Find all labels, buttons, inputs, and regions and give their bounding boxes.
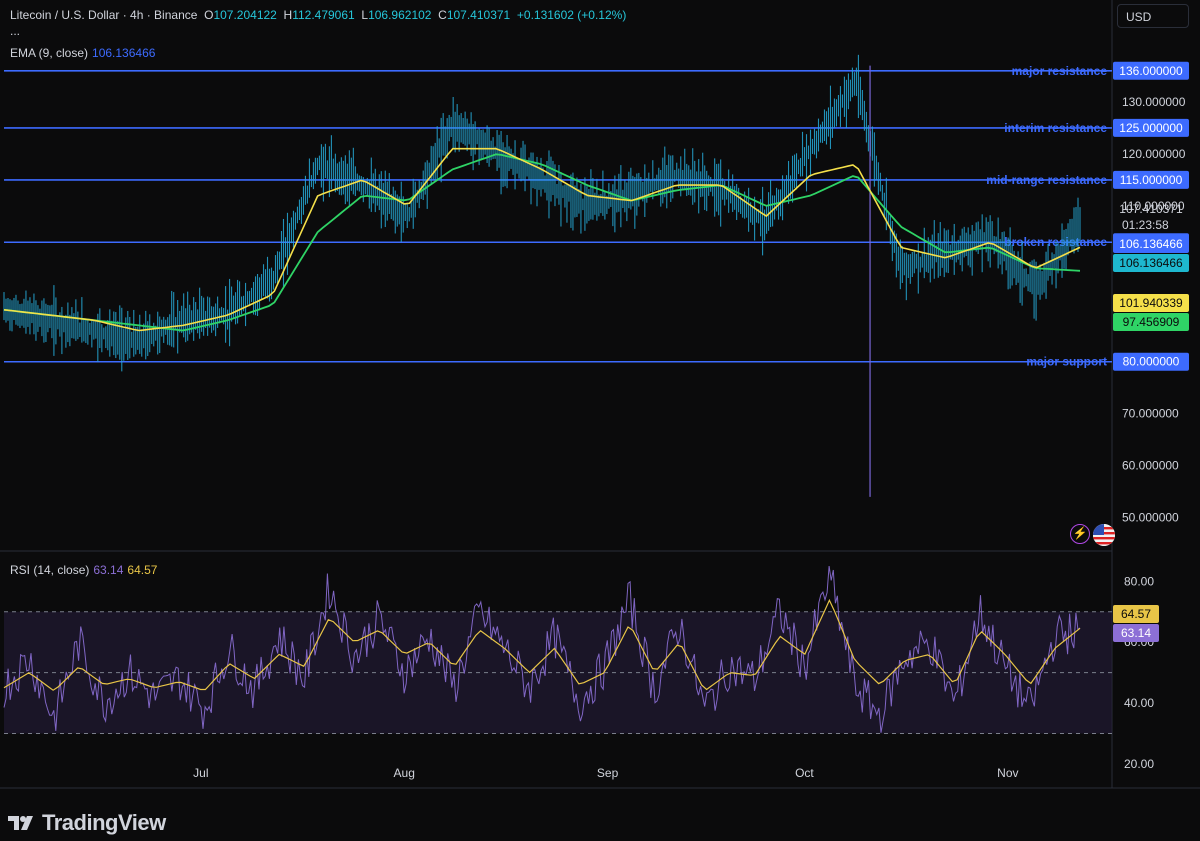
price-tag-text: 107.410371	[1119, 202, 1183, 216]
level-label: major support	[1026, 355, 1107, 369]
price-tag-text: 106.136466	[1119, 256, 1183, 270]
open-value: 107.204122	[213, 8, 277, 22]
chart-canvas[interactable]: major resistance interim resistance mid-ra…	[0, 0, 1200, 841]
more-legend[interactable]: ...	[10, 24, 20, 38]
rsi-tag-text: 64.57	[1121, 607, 1151, 621]
tradingview-logo[interactable]: TradingView	[6, 808, 166, 838]
time-tick-label: Jul	[193, 766, 208, 780]
level-tag-text: 136.000000	[1119, 64, 1183, 78]
close-value: 107.410371	[446, 8, 511, 22]
currency-button[interactable]: USD	[1117, 4, 1189, 28]
price-tag-text: 101.940339	[1119, 296, 1183, 310]
rsi-tick-label: 20.00	[1124, 757, 1154, 771]
price-tick-label: 120.000000	[1122, 147, 1186, 161]
rsi-tick-label: 40.00	[1124, 696, 1154, 710]
time-axis[interactable]: Jul Aug Sep Oct Nov	[193, 766, 1018, 780]
time-tick-label: Oct	[795, 766, 814, 780]
price-tick-label: 60.000000	[1122, 459, 1179, 473]
price-tick-label: 70.000000	[1122, 407, 1179, 421]
tradingview-wordmark: TradingView	[42, 810, 166, 835]
time-tick-label: Sep	[597, 766, 619, 780]
high-value: 112.479061	[292, 8, 355, 22]
price-tag-text: 106.136466	[1119, 237, 1183, 251]
tradingview-logo-icon	[8, 816, 33, 830]
ema-fast-line	[3, 147, 1081, 332]
time-tick-label: Nov	[997, 766, 1018, 780]
price-candles	[3, 54, 1081, 497]
level-label: major resistance	[1012, 64, 1108, 78]
ohlc-legend: Litecoin / U.S. Dollar · 4h · Binance O1…	[10, 8, 627, 22]
lightning-icon[interactable]: ⚡	[1070, 524, 1090, 544]
time-tick-label: Aug	[394, 766, 415, 780]
level-label: interim resistance	[1004, 121, 1107, 135]
price-tag-text: 97.456909	[1123, 315, 1180, 329]
price-tick-label: 50.000000	[1122, 511, 1179, 525]
rsi-legend[interactable]: RSI (14, close) 63.14 64.57	[10, 563, 157, 577]
level-tag-text: 80.000000	[1123, 355, 1180, 369]
rsi-tag-text: 63.14	[1121, 626, 1151, 640]
countdown-text: 01:23:58	[1122, 218, 1169, 232]
price-axis[interactable]: 136.000000125.000000115.000000103.000000…	[1113, 61, 1189, 771]
ema-lines	[3, 147, 1081, 332]
symbol-title[interactable]: Litecoin / U.S. Dollar · 4h · Binance	[10, 8, 197, 22]
flag-graphic	[1093, 524, 1115, 546]
change-value: +0.131602 (+0.12%)	[516, 8, 627, 22]
level-tag-text: 125.000000	[1119, 121, 1183, 135]
level-label: mid-range resistance	[986, 173, 1107, 187]
ema-legend[interactable]: EMA (9, close) 106.136466	[10, 46, 155, 60]
rsi-pane	[3, 566, 1112, 734]
level-tag-text: 115.000000	[1120, 173, 1183, 187]
low-value: 106.962102	[368, 8, 432, 22]
rsi-tick-label: 80.00	[1124, 574, 1154, 588]
price-tick-label: 130.000000	[1122, 95, 1186, 109]
us-flag-icon[interactable]	[1093, 524, 1115, 546]
